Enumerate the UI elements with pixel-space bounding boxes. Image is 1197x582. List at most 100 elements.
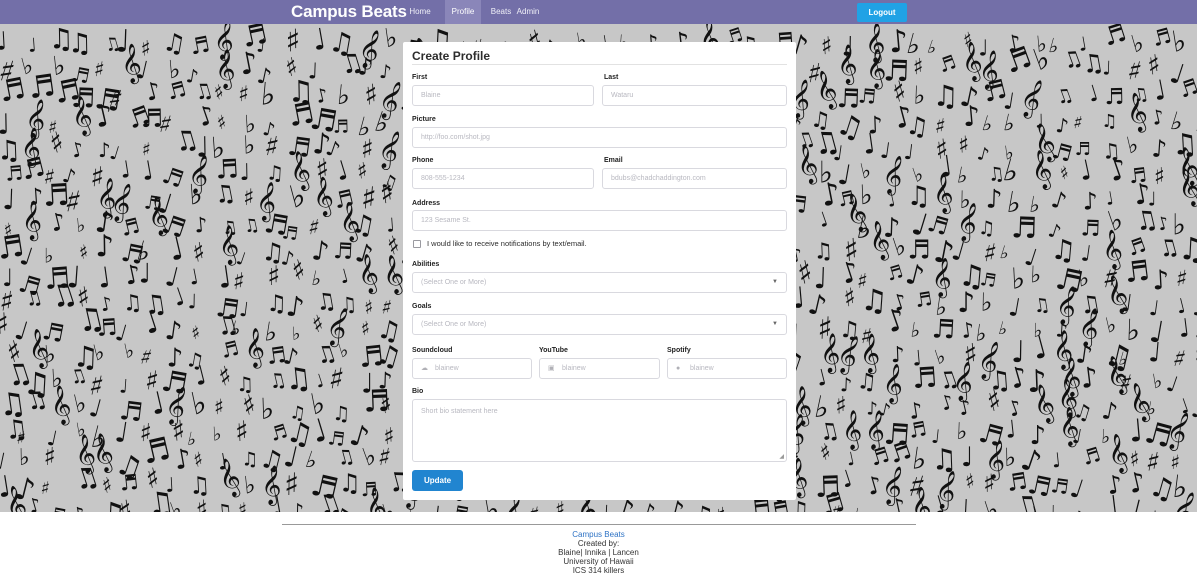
abilities-select[interactable]: (Select One or More) ▼ (412, 272, 787, 293)
music-note-icon: ♯ (1057, 162, 1072, 185)
music-note-icon: ♯ (39, 478, 51, 500)
music-note-icon: ♯ (376, 442, 393, 473)
music-note-icon: ♩ (1151, 74, 1169, 107)
footer-line: Created by: (577, 539, 620, 548)
music-note-icon: ♯ (195, 495, 210, 512)
footer-campus-beats-link[interactable]: Campus Beats (0, 530, 1197, 539)
music-note-icon: ♭ (996, 318, 1010, 340)
music-note-icon: ♪ (1054, 113, 1070, 139)
music-note-icon: ♬ (118, 213, 142, 241)
abilities-placeholder: (Select One or More) (421, 279, 487, 286)
goals-select[interactable]: (Select One or More) ▼ (412, 314, 787, 335)
music-note-icon: ♯ (237, 82, 249, 108)
music-note-icon: ♯ (213, 395, 224, 419)
music-note-icon: ♫ (241, 449, 258, 471)
music-note-icon: ♫ (1101, 111, 1117, 132)
music-note-icon: ♫ (977, 217, 996, 240)
music-note-icon: ♪ (1078, 360, 1100, 395)
nav-admin[interactable]: Admin (513, 0, 543, 24)
music-note-icon: ♩ (0, 26, 8, 56)
music-note-icon: ♬ (1176, 74, 1197, 103)
music-note-icon: ♯ (526, 502, 542, 512)
music-note-icon: ♪ (637, 499, 657, 512)
email-input[interactable]: bdubs@chadchaddington.com (602, 168, 787, 189)
soundcloud-input[interactable]: ☁ blainew (412, 358, 532, 379)
music-note-icon: ♪ (1151, 265, 1170, 297)
notify-checkbox-label[interactable]: I would like to receive notifications by… (427, 239, 587, 248)
music-note-icon: ♭ (380, 499, 398, 512)
music-note-icon: ♫ (932, 79, 959, 113)
music-note-icon: ♯ (92, 57, 105, 82)
music-note-icon: ♯ (215, 361, 235, 393)
footer-line: ICS 314 killers (572, 566, 625, 575)
update-button[interactable]: Update (412, 470, 463, 491)
music-note-icon: ♪ (68, 136, 87, 162)
music-note-icon: ♭ (1151, 368, 1164, 393)
music-note-icon: ♪ (1082, 187, 1098, 216)
music-note-icon: ♪ (310, 235, 331, 268)
chevron-down-icon: ▼ (772, 279, 778, 285)
music-note-icon: ♩ (239, 160, 250, 186)
footer-divider (282, 524, 916, 525)
music-note-icon: ♪ (975, 143, 991, 166)
music-note-icon: ♩ (2, 183, 16, 216)
music-note-icon: ♪ (95, 229, 115, 264)
music-note-icon: ♯ (288, 254, 310, 288)
first-name-placeholder: Blaine (421, 92, 441, 99)
notify-checkbox[interactable] (413, 240, 421, 248)
spotify-label: Spotify (667, 347, 691, 354)
music-note-icon: ♭ (75, 214, 86, 237)
music-note-icon: ♩ (169, 282, 189, 312)
music-note-icon: ♬ (1080, 216, 1101, 242)
nav-beats[interactable]: Beats (487, 0, 515, 24)
create-profile-card: Create Profile First Blaine Last Wataru … (403, 42, 796, 500)
music-note-icon: ♯ (237, 499, 247, 512)
address-label: Address (412, 200, 441, 207)
music-note-icon: ♩ (188, 289, 198, 313)
music-note-icon: ♫ (213, 499, 234, 512)
nav-profile[interactable]: Profile (445, 0, 481, 24)
music-note-icon: ♫ (22, 284, 46, 312)
music-note-icon: ♩ (1079, 241, 1093, 267)
nav-home[interactable]: Home (405, 0, 435, 24)
music-note-icon: ♯ (359, 317, 371, 340)
music-note-icon: ♭ (212, 423, 222, 445)
music-note-icon: ♩ (95, 260, 113, 295)
music-note-icon: ♭ (310, 266, 324, 291)
music-note-icon: ♯ (234, 415, 249, 449)
music-note-icon: ♬ (1123, 254, 1152, 290)
address-input[interactable]: 123 Sesame St. (412, 210, 787, 231)
logout-button[interactable]: Logout (857, 3, 907, 22)
youtube-input[interactable]: ▣ blainew (539, 358, 660, 379)
music-note-icon: 𝄞 (1162, 408, 1194, 453)
music-note-icon: ♩ (119, 375, 129, 398)
picture-input[interactable]: http://foo.com/shot.jpg (412, 127, 787, 148)
music-note-icon: ♪ (291, 499, 304, 512)
spotify-input[interactable]: ● blainew (667, 358, 787, 379)
music-note-icon: ♪ (985, 184, 1003, 215)
music-note-icon: ♭ (243, 130, 256, 159)
brand-title[interactable]: Campus Beats (291, 2, 407, 22)
goals-label: Goals (412, 303, 432, 310)
address-placeholder: 123 Sesame St. (421, 217, 471, 224)
phone-input[interactable]: 808-555-1234 (412, 168, 594, 189)
music-note-icon: ♩ (1148, 507, 1158, 512)
music-note-icon: ♩ (332, 155, 353, 187)
music-note-icon: ♬ (911, 361, 938, 396)
bio-textarea[interactable]: Short bio statement here ◢ (412, 399, 787, 462)
resize-handle-icon[interactable]: ◢ (779, 453, 784, 460)
music-note-icon: ♪ (1191, 296, 1197, 322)
last-name-input[interactable]: Wataru (602, 85, 787, 106)
music-note-icon: ♯ (912, 55, 924, 81)
soundcloud-icon: ☁ (421, 365, 428, 372)
music-note-icon: ♪ (961, 99, 982, 133)
music-note-icon: ♫ (691, 500, 715, 512)
music-note-icon: ♩ (1122, 492, 1145, 512)
music-note-icon: ♭ (979, 111, 995, 137)
phone-placeholder: 808-555-1234 (421, 175, 465, 182)
music-note-icon: ♯ (189, 322, 202, 344)
music-note-icon: ♪ (1151, 134, 1168, 163)
footer-line: Blaine| Innika | Lancen (558, 548, 639, 557)
first-name-input[interactable]: Blaine (412, 85, 594, 106)
music-note-icon: ♬ (333, 117, 350, 138)
